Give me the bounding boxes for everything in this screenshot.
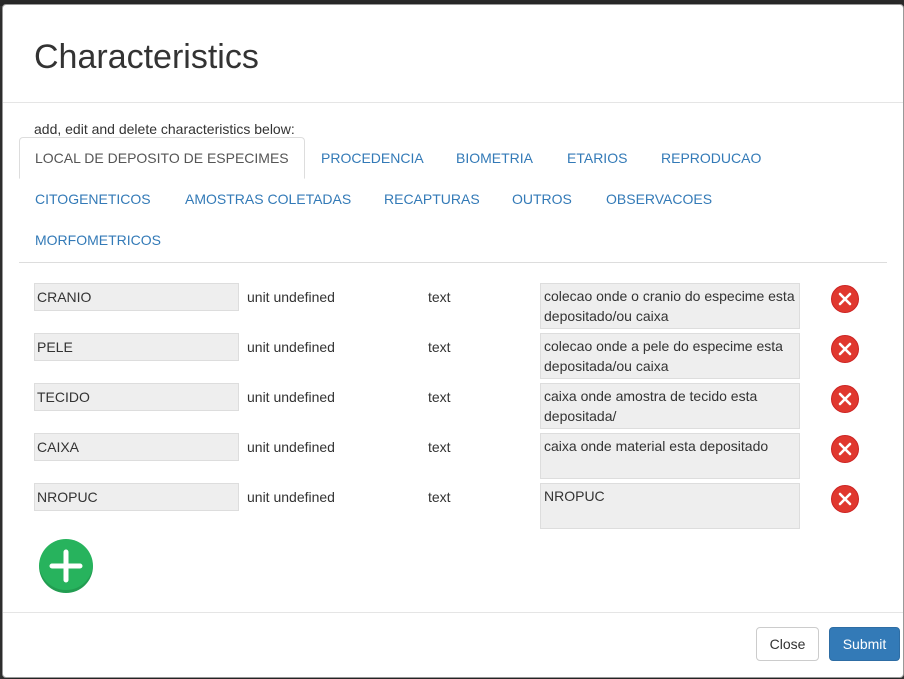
delete-row-button[interactable] [831,435,859,463]
unit-label: unit undefined [247,389,335,405]
characteristic-name-input[interactable] [34,333,239,361]
close-circle-icon [838,492,852,506]
unit-label: unit undefined [247,289,335,305]
tab-citogeneticos[interactable]: CITOGENETICOS [35,189,151,209]
tab-recapturas[interactable]: RECAPTURAS [384,189,480,209]
modal-footer: Close Submit [3,612,903,677]
characteristic-name-input[interactable] [34,483,239,511]
close-circle-icon [838,342,852,356]
delete-row-button[interactable] [831,385,859,413]
delete-row-button[interactable] [831,485,859,513]
characteristic-name-input[interactable] [34,283,239,311]
characteristic-row: unit undefined text caixa onde amostra d… [34,383,864,429]
description-textarea[interactable]: NROPUC [540,483,800,529]
tab-observacoes[interactable]: OBSERVACOES [606,189,712,209]
type-label: text [428,439,451,455]
unit-label: unit undefined [247,339,335,355]
close-circle-icon [838,392,852,406]
submit-button[interactable]: Submit [829,627,900,661]
unit-label: unit undefined [247,489,335,505]
close-circle-icon [838,442,852,456]
characteristic-name-input[interactable] [34,383,239,411]
description-textarea[interactable]: colecao onde a pele do especime esta dep… [540,333,800,379]
unit-label: unit undefined [247,439,335,455]
tab-amostras-coletadas[interactable]: AMOSTRAS COLETADAS [185,189,351,209]
plus-circle-icon [49,549,83,583]
characteristic-tabs: LOCAL DE DEPOSITO DE ESPECIMES PROCEDENC… [19,137,887,263]
characteristic-row: unit undefined text colecao onde o crani… [34,283,864,329]
delete-row-button[interactable] [831,335,859,363]
characteristic-name-input[interactable] [34,433,239,461]
tab-morfometricos[interactable]: MORFOMETRICOS [35,230,161,250]
tab-local-de-deposito-de-especimes[interactable]: LOCAL DE DEPOSITO DE ESPECIMES [19,137,305,179]
close-circle-icon [838,292,852,306]
intro-text: add, edit and delete characteristics bel… [34,121,295,137]
tab-outros[interactable]: OUTROS [512,189,572,209]
type-label: text [428,339,451,355]
modal-header: Characteristics [3,5,903,103]
description-textarea[interactable]: caixa onde amostra de tecido esta deposi… [540,383,800,429]
type-label: text [428,289,451,305]
tab-etarios[interactable]: ETARIOS [567,148,627,168]
description-textarea[interactable]: caixa onde material esta depositado [540,433,800,479]
type-label: text [428,389,451,405]
characteristics-modal: Characteristics add, edit and delete cha… [2,4,904,678]
tab-biometria[interactable]: BIOMETRIA [456,148,533,168]
close-button[interactable]: Close [756,627,819,661]
characteristic-row: unit undefined text NROPUC [34,483,864,529]
description-textarea[interactable]: colecao onde o cranio do especime esta d… [540,283,800,329]
characteristic-row: unit undefined text caixa onde material … [34,433,864,479]
type-label: text [428,489,451,505]
modal-body: add, edit and delete characteristics bel… [3,103,903,611]
tab-reproducao[interactable]: REPRODUCAO [661,148,761,168]
characteristic-row: unit undefined text colecao onde a pele … [34,333,864,379]
delete-row-button[interactable] [831,285,859,313]
tab-procedencia[interactable]: PROCEDENCIA [321,148,424,168]
add-characteristic-button[interactable] [39,539,93,593]
modal-title: Characteristics [34,38,259,76]
